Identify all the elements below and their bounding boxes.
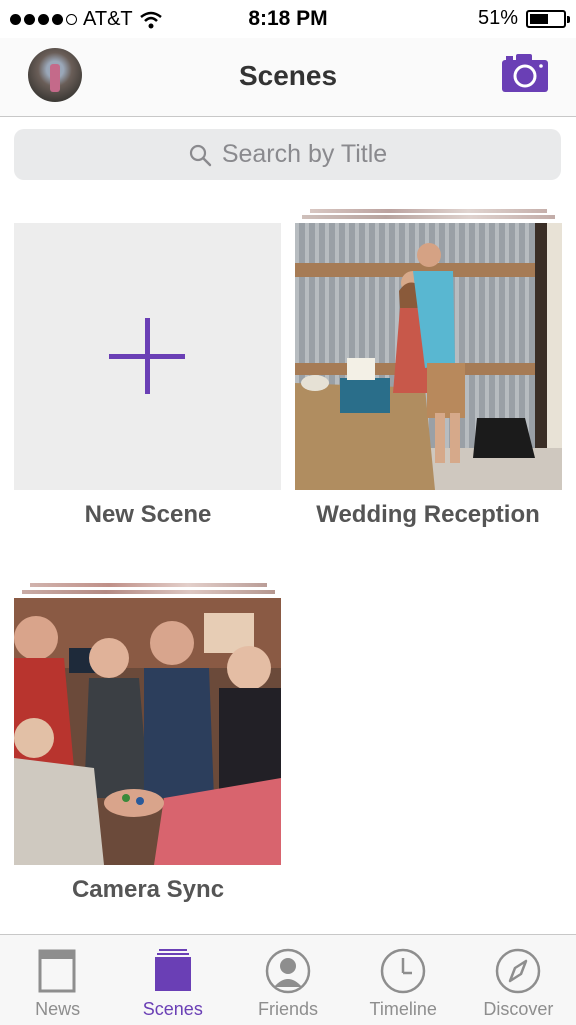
new-scene-tile[interactable]	[14, 223, 281, 490]
battery-icon	[526, 9, 570, 28]
camera-icon[interactable]	[502, 54, 548, 92]
camera-sync-label: Camera Sync	[71, 876, 225, 903]
tab-news[interactable]: News	[0, 935, 115, 1025]
friends-icon	[265, 948, 311, 994]
tab-friends-label: Friends	[257, 999, 319, 1019]
new-scene-label: New Scene	[84, 501, 212, 528]
status-bar: AT&T 8:18 PM 51%	[0, 0, 576, 38]
scenes-icon	[154, 949, 191, 991]
status-right: 51%	[477, 7, 570, 30]
search-icon	[189, 144, 212, 166]
stack-edge	[302, 215, 555, 219]
tab-discover-label: Discover	[483, 999, 554, 1019]
camera-sync-photo[interactable]	[14, 598, 281, 865]
stack-edge	[30, 583, 267, 587]
search-placeholder: Search by Title	[221, 140, 388, 168]
discover-icon	[496, 948, 541, 994]
wedding-reception-label: Wedding Reception	[316, 501, 540, 528]
tab-news-label: News	[35, 999, 81, 1019]
wedding-photo-image	[295, 223, 562, 490]
page-title: Scenes	[238, 60, 338, 91]
timeline-icon	[380, 948, 426, 994]
stack-edge	[310, 209, 547, 213]
stack-edge	[22, 590, 275, 594]
tab-timeline[interactable]: Timeline	[346, 935, 461, 1025]
tab-scenes[interactable]: Scenes	[115, 935, 230, 1025]
tab-bar: News Scenes Friends Timeline Discover	[0, 934, 576, 1025]
news-icon	[38, 949, 76, 993]
tab-discover[interactable]: Discover	[461, 935, 576, 1025]
tab-scenes-label: Scenes	[142, 999, 203, 1019]
navigation-bar: Scenes	[0, 38, 576, 117]
battery-percent: 51%	[477, 7, 518, 29]
wedding-reception-photo[interactable]	[295, 223, 562, 490]
search-input[interactable]: Search by Title	[14, 129, 561, 180]
tab-timeline-label: Timeline	[369, 999, 437, 1019]
tab-friends[interactable]: Friends	[230, 935, 345, 1025]
camera-sync-photo-image	[14, 598, 281, 865]
